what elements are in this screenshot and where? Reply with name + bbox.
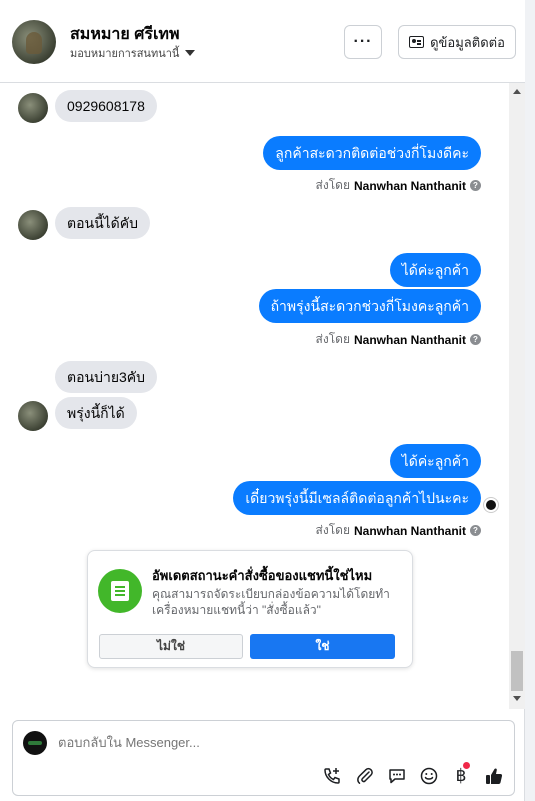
prompt-title: อัพเดตสถานะคำสั่งซื้อของแชทนี้ใช่ไหม — [152, 568, 373, 583]
message-outgoing: ได้ค่ะลูกค้า — [389, 444, 481, 478]
baht-symbol-icon: ฿ — [455, 766, 467, 785]
sent-by-sender: Nanwhan Nanthanit — [353, 523, 466, 538]
avatar[interactable] — [18, 93, 48, 123]
receipt-icon — [111, 581, 129, 601]
avatar[interactable] — [18, 401, 48, 431]
call-add-icon[interactable] — [321, 765, 343, 787]
notification-dot — [463, 762, 470, 769]
thumbs-up-icon[interactable] — [483, 765, 505, 787]
sent-by-sender: Nanwhan Nanthanit — [353, 178, 466, 193]
no-button[interactable]: ไม่ใช่ — [99, 634, 243, 659]
prompt-body: คุณสามารถจัดระเบียบกล่องข้อความได้โดยทำเ… — [152, 587, 390, 617]
avatar[interactable] — [18, 210, 48, 240]
sent-by-prefix: ส่งโดย — [315, 332, 350, 346]
message-outgoing: เดี๋ยวพรุ่งนี้มีเซลล์ติดต่อลูกค้าไปนะคะ — [233, 481, 481, 515]
sent-by-note: ส่งโดย Nanwhan Nanthanit ? — [316, 176, 481, 195]
message-incoming: พรุ่งนี้ก็ได้ — [55, 397, 137, 429]
message-incoming: 0929608178 — [55, 90, 157, 122]
scroll-up-arrow-icon[interactable] — [513, 89, 521, 94]
sent-by-prefix: ส่งโดย — [315, 523, 350, 537]
saved-reply-icon[interactable] — [386, 765, 408, 787]
message-incoming: ตอนนี้ได้คับ — [55, 207, 151, 239]
message-outgoing: ได้ค่ะลูกค้า — [389, 253, 481, 287]
scrollbar-thumb[interactable] — [511, 651, 523, 691]
message-outgoing: ลูกค้าสะดวกติดต่อช่วงกี่โมงดีคะ — [263, 136, 481, 170]
sent-by-note: ส่งโดย Nanwhan Nanthanit ? — [316, 330, 481, 349]
order-status-prompt: อัพเดตสถานะคำสั่งซื้อของแชทนี้ใช่ไหม คุณ… — [87, 550, 413, 668]
view-contact-button[interactable]: ดูข้อมูลติดต่อ — [398, 25, 516, 59]
emoji-icon[interactable] — [418, 765, 440, 787]
scrollbar[interactable] — [509, 83, 525, 709]
info-icon[interactable]: ? — [470, 334, 481, 345]
sent-by-note: ส่งโดย Nanwhan Nanthanit ? — [316, 521, 481, 540]
yes-button[interactable]: ใช่ — [250, 634, 395, 659]
chat-panel: สมหมาย ศรีเทพ มอบหมายการสนทนานี้ ··· ดูข… — [0, 0, 525, 801]
contact-card-icon — [409, 36, 425, 48]
scroll-down-arrow-icon[interactable] — [513, 696, 521, 701]
message-incoming: ตอนบ่าย3คับ — [55, 361, 158, 393]
order-receipt-icon — [98, 569, 142, 613]
reply-input[interactable] — [58, 735, 438, 750]
chat-header: สมหมาย ศรีเทพ มอบหมายการสนทนานี้ ··· ดูข… — [0, 0, 525, 83]
assign-conversation-dropdown[interactable]: มอบหมายการสนทนานี้ — [70, 44, 196, 62]
seen-indicator-avatar — [484, 498, 498, 512]
sent-by-sender: Nanwhan Nanthanit — [353, 332, 466, 347]
info-icon[interactable]: ? — [470, 525, 481, 536]
page-avatar — [23, 731, 47, 755]
avatar[interactable] — [12, 20, 56, 64]
caret-down-icon — [185, 50, 196, 56]
paperclip-icon[interactable] — [354, 765, 376, 787]
assign-label: มอบหมายการสนทนานี้ — [70, 48, 180, 60]
message-outgoing: ถ้าพรุ่งนี้สะดวกช่วงกี่โมงคะลูกค้า — [258, 289, 481, 323]
sent-by-prefix: ส่งโดย — [315, 178, 350, 192]
window-edge — [525, 0, 535, 801]
view-contact-label: ดูข้อมูลติดต่อ — [430, 34, 505, 50]
reply-composer: ฿ — [12, 720, 515, 796]
more-options-button[interactable]: ··· — [344, 25, 382, 59]
baht-payment-icon[interactable]: ฿ — [450, 762, 472, 787]
info-icon[interactable]: ? — [470, 180, 481, 191]
